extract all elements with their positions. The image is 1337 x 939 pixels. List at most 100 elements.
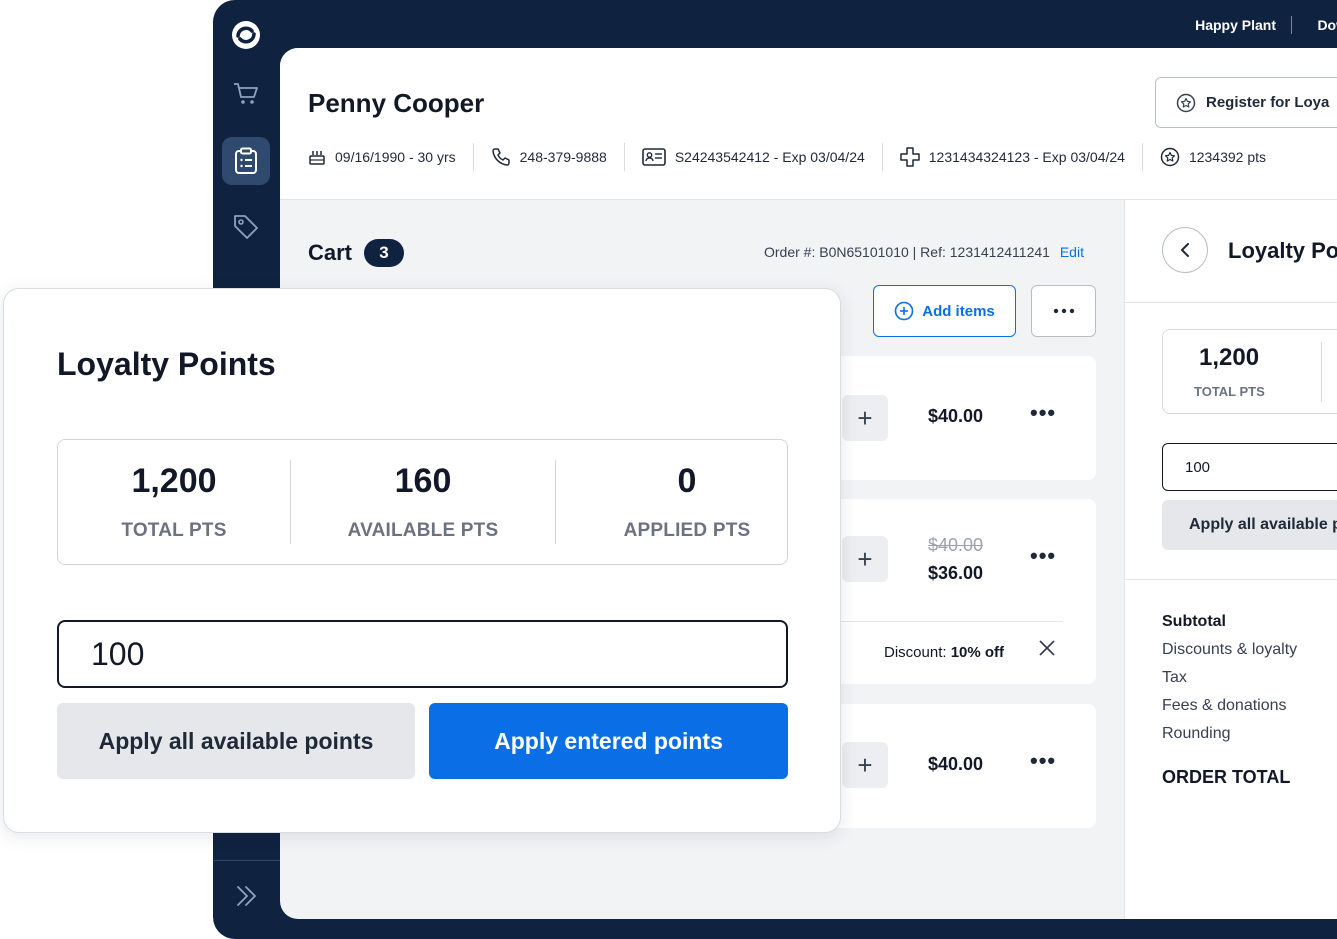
plus-icon: + xyxy=(857,749,873,780)
apply-entered-points-button[interactable]: Apply entered points xyxy=(429,703,788,779)
stat-value: 160 xyxy=(394,462,452,500)
summary-rounding: Rounding xyxy=(1162,725,1231,742)
top-bar: Happy Plant Dow xyxy=(213,0,1337,48)
increase-quantity-button[interactable]: + xyxy=(842,536,888,582)
phone-icon xyxy=(491,148,510,166)
order-reference: Order #: B0N65101010 | Ref: 123141241124… xyxy=(764,244,1084,260)
cart-icon xyxy=(234,83,258,104)
summary-fees: Fees & donations xyxy=(1162,697,1287,714)
summary-subtotal: Subtotal xyxy=(1162,613,1226,630)
side-panel-title: Loyalty Po xyxy=(1228,238,1337,263)
more-horizontal-icon: ••• xyxy=(1030,748,1057,773)
rail-item-cart[interactable] xyxy=(222,70,270,118)
customer-points: 1234392 pts xyxy=(1160,142,1266,172)
meta-separator xyxy=(881,143,883,171)
summary-order-total: ORDER TOTAL xyxy=(1162,767,1291,787)
customer-dob-text: 09/16/1990 - 30 yrs xyxy=(335,149,456,165)
meta-separator xyxy=(623,143,625,171)
cart-count-badge: 3 xyxy=(364,239,405,267)
stat-value: 0 xyxy=(677,462,697,500)
side-panel-stats: 1,200 TOTAL PTS xyxy=(1162,329,1337,414)
loyalty-points-modal: Loyalty Points 1,200 TOTAL PTS 160 AVAIL… xyxy=(3,288,841,833)
more-horizontal-icon: ••• xyxy=(1030,400,1057,425)
add-items-label: Add items xyxy=(922,302,995,320)
discount-label: Discount: xyxy=(884,644,947,661)
side-panel-divider xyxy=(1125,579,1337,580)
topbar-separator xyxy=(1291,16,1292,34)
customer-meta-row: 09/16/1990 - 30 yrs 248-379-9888 S242435… xyxy=(308,142,1266,172)
stat-label: AVAILABLE PTS xyxy=(347,520,499,541)
customer-medical: 1231434324123 - Exp 03/04/24 xyxy=(900,142,1125,172)
discount-divider xyxy=(813,621,1063,622)
stat-total-pts: 1,200 TOTAL PTS xyxy=(58,440,290,564)
increase-quantity-button[interactable]: + xyxy=(842,742,888,788)
item-original-price: $40.00 xyxy=(928,535,984,555)
points-stats: 1,200 TOTAL PTS 160 AVAILABLE PTS 0 APPL… xyxy=(57,439,788,565)
cart-more-button[interactable] xyxy=(1031,285,1096,337)
stat-applied-pts: 0 APPLIED PTS xyxy=(556,440,818,564)
customer-id-card: S24243542412 - Exp 03/04/24 xyxy=(642,142,865,172)
stat-label: TOTAL PTS xyxy=(121,520,227,541)
store-name[interactable]: Happy Plant xyxy=(1195,17,1276,33)
register-loyalty-button[interactable]: Register for Loya xyxy=(1155,77,1337,128)
apply-all-points-button[interactable]: Apply all available points xyxy=(57,703,415,779)
rail-divider xyxy=(213,860,280,861)
discount-line: Discount: 10% off xyxy=(884,644,1004,661)
plus-circle-icon xyxy=(894,301,914,321)
discount-value: 10% off xyxy=(950,644,1005,661)
stat-value: 1,200 xyxy=(131,462,217,500)
side-panel-divider xyxy=(1125,302,1337,303)
rail-item-orders[interactable] xyxy=(222,137,270,185)
stat-label: APPLIED PTS xyxy=(623,520,751,541)
app-logo-icon[interactable] xyxy=(229,18,263,52)
item-price: $40.00 xyxy=(928,754,984,774)
remove-discount-icon[interactable] xyxy=(1038,639,1056,657)
side-total-pts-label: TOTAL PTS xyxy=(1194,384,1265,399)
side-points-input[interactable]: 100 xyxy=(1162,443,1337,491)
rail-item-tags[interactable] xyxy=(222,203,270,251)
double-chevron-right-icon xyxy=(237,886,256,906)
add-items-button[interactable]: Add items xyxy=(873,285,1016,337)
order-reference-text: Order #: B0N65101010 | Ref: 123141241124… xyxy=(764,244,1050,260)
customer-name: Penny Cooper xyxy=(308,88,485,118)
customer-header: Penny Cooper Register for Loya 09/16/199… xyxy=(280,48,1337,200)
more-horizontal-icon xyxy=(1053,308,1074,314)
summary-discounts: Discounts & loyalty xyxy=(1162,641,1298,658)
meta-separator xyxy=(1141,143,1143,171)
star-badge-icon xyxy=(1160,147,1180,167)
back-button[interactable] xyxy=(1162,227,1208,273)
stat-separator xyxy=(1321,342,1322,402)
side-apply-all-button[interactable]: Apply all available p xyxy=(1162,500,1337,550)
customer-phone: 248-379-9888 xyxy=(491,142,607,172)
rail-expand-button[interactable] xyxy=(222,872,270,920)
meta-separator xyxy=(472,143,474,171)
more-horizontal-icon: ••• xyxy=(1030,543,1057,568)
item-price: $36.00 xyxy=(928,563,984,583)
register-loyalty-label: Register for Loya xyxy=(1206,94,1330,111)
item-more-button[interactable]: ••• xyxy=(1030,748,1056,774)
item-price: $40.00 xyxy=(928,406,984,426)
cart-heading: Cart 3 xyxy=(308,239,405,267)
customer-points-text: 1234392 pts xyxy=(1188,149,1267,165)
birthday-cake-icon xyxy=(309,151,325,165)
topbar-link[interactable]: Dow xyxy=(1317,17,1337,33)
plus-icon: + xyxy=(857,402,873,433)
summary-tax: Tax xyxy=(1162,669,1187,686)
item-more-button[interactable]: ••• xyxy=(1030,400,1056,426)
star-badge-icon xyxy=(1176,93,1196,112)
customer-id-text: S24243542412 - Exp 03/04/24 xyxy=(674,149,865,165)
points-input[interactable] xyxy=(57,620,788,688)
stat-available-pts: 160 AVAILABLE PTS xyxy=(291,440,555,564)
increase-quantity-button[interactable]: + xyxy=(842,395,888,441)
modal-title: Loyalty Points xyxy=(57,346,276,382)
customer-medical-text: 1231434324123 - Exp 03/04/24 xyxy=(928,149,1125,165)
medical-cross-icon xyxy=(900,147,920,167)
item-more-button[interactable]: ••• xyxy=(1030,543,1056,569)
clipboard-list-icon xyxy=(235,147,257,174)
chevron-left-icon xyxy=(1181,243,1189,257)
customer-phone-text: 248-379-9888 xyxy=(519,149,607,165)
edit-order-link[interactable]: Edit xyxy=(1060,244,1084,260)
loyalty-side-panel: Loyalty Po 1,200 TOTAL PTS 100 Apply all… xyxy=(1124,200,1337,919)
tag-icon xyxy=(234,215,258,239)
cart-title: Cart xyxy=(308,240,353,265)
